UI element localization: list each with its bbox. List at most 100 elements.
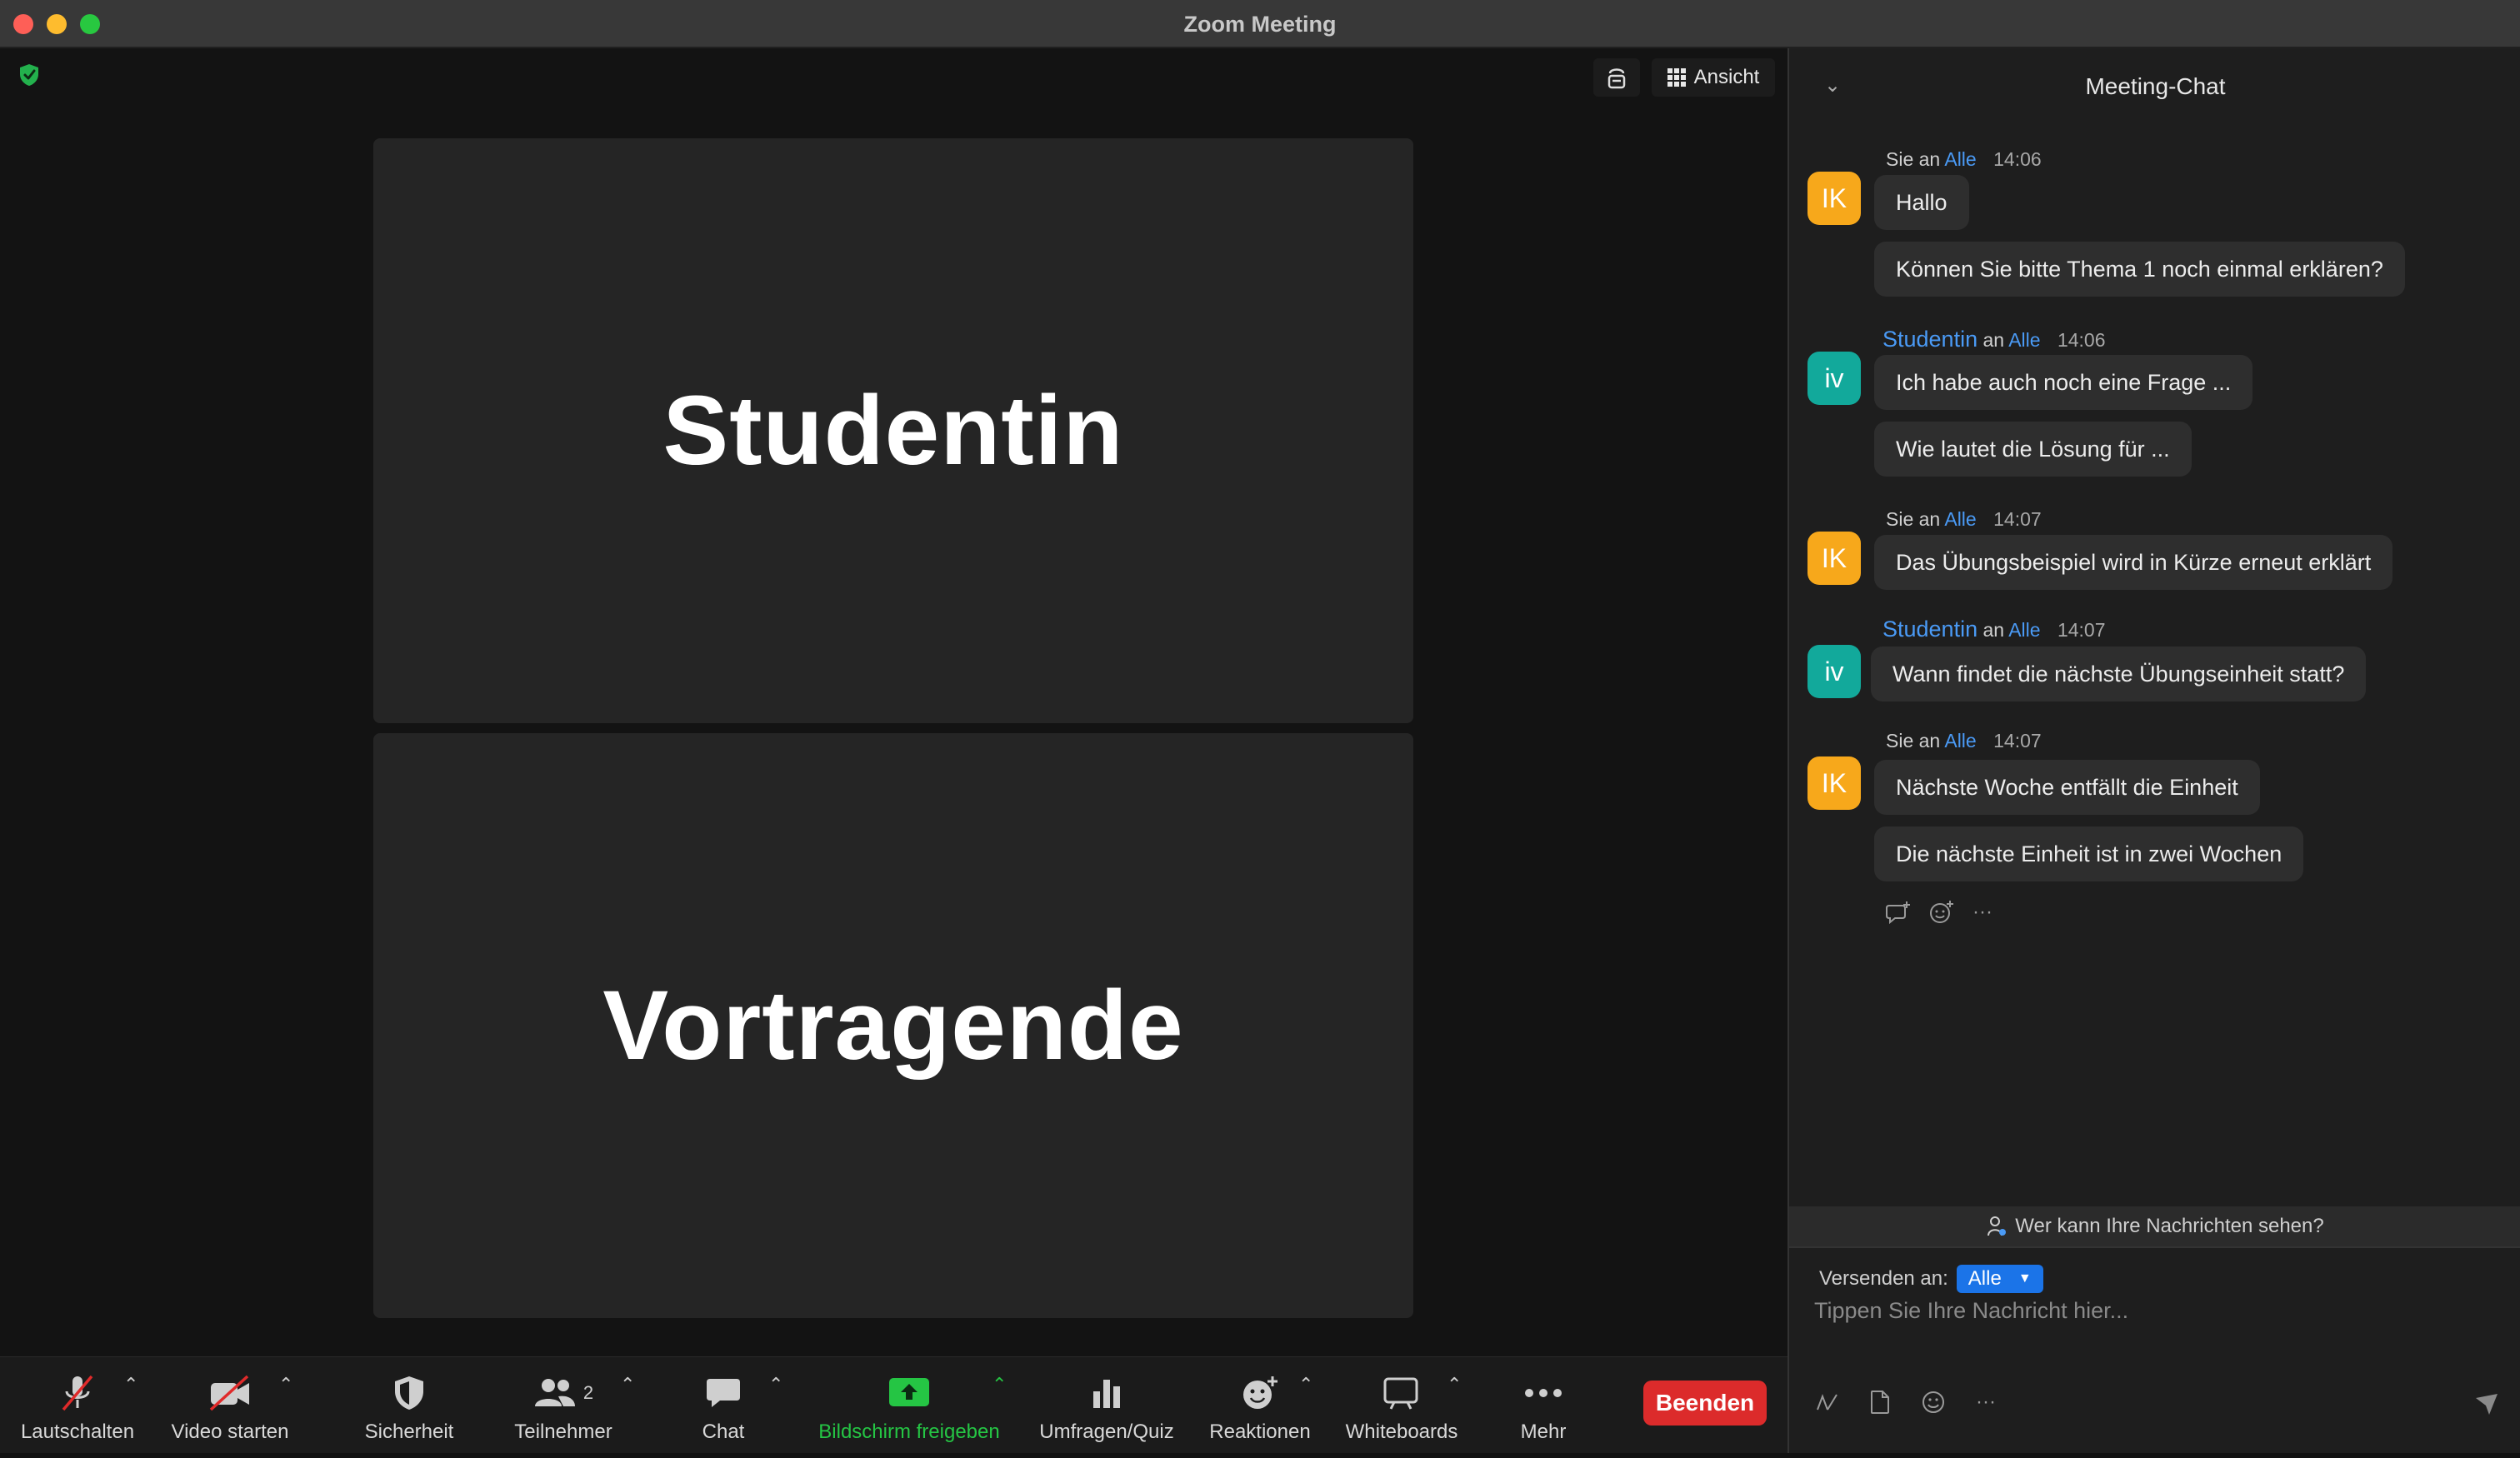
file-icon[interactable] <box>1869 1390 1891 1415</box>
polls-label: Umfragen/Quiz <box>1039 1421 1174 1443</box>
chat-message[interactable]: Wie lautet die Lösung für ... <box>1874 422 2192 477</box>
view-button-label: Ansicht <box>1693 66 1760 88</box>
encryption-shield-icon[interactable] <box>18 63 40 87</box>
bar-chart-icon <box>1093 1380 1120 1408</box>
chat-message[interactable]: Wann findet die nächste Übungseinheit st… <box>1871 647 2367 702</box>
share-options-caret[interactable]: ⌃ <box>992 1374 1007 1396</box>
mute-label: Lautschalten <box>20 1421 135 1443</box>
more-button[interactable]: Mehr <box>1500 1357 1587 1454</box>
end-meeting-button[interactable]: Beenden <box>1643 1381 1767 1426</box>
more-options-icon[interactable]: ··· <box>1976 1391 1996 1414</box>
person-icon <box>1988 1216 2007 1236</box>
share-screen-icon <box>889 1378 929 1406</box>
message-meta: Sie an Alle 14:06 <box>1886 148 2042 171</box>
whiteboards-options-caret[interactable]: ⌃ <box>1447 1374 1462 1396</box>
chat-message[interactable]: Das Übungsbeispiel wird in Kürze erneut … <box>1874 535 2393 590</box>
participants-button[interactable]: 2 Teilnehmer <box>505 1357 622 1454</box>
more-label: Mehr <box>1520 1421 1567 1443</box>
participant-name: Studentin <box>662 376 1124 486</box>
reactions-button[interactable]: Reaktionen <box>1203 1357 1317 1454</box>
chat-options-caret[interactable]: ⌃ <box>768 1374 783 1396</box>
chat-button[interactable]: Chat <box>683 1357 763 1454</box>
avatar: IK <box>1808 172 1861 225</box>
connector-text: an <box>1918 508 1941 530</box>
view-button[interactable]: Ansicht <box>1652 58 1775 97</box>
emoji-icon[interactable] <box>1921 1390 1946 1415</box>
avatar: iv <box>1808 352 1861 405</box>
chat-title: Meeting-Chat <box>2085 73 2226 99</box>
message-time: 14:07 <box>1993 508 2042 530</box>
whiteboard-icon <box>1383 1377 1418 1410</box>
chat-message[interactable]: Hallo <box>1874 175 1969 230</box>
reply-thread-icon[interactable] <box>1886 901 1911 924</box>
connector-text: an <box>1982 619 2005 641</box>
participant-tile[interactable]: Vortragende <box>373 733 1413 1318</box>
participants-count: 2 <box>582 1382 594 1403</box>
audio-options-caret[interactable]: ⌃ <box>123 1374 138 1396</box>
message-time: 14:07 <box>1993 730 2042 751</box>
whiteboards-button[interactable]: Whiteboards <box>1337 1357 1467 1454</box>
grid-icon <box>1667 68 1686 87</box>
recipient-link[interactable]: Alle <box>2008 619 2040 641</box>
sender-name: Sie <box>1886 148 1914 170</box>
format-text-icon[interactable] <box>1814 1390 1839 1415</box>
add-reaction-icon[interactable] <box>1929 900 1954 925</box>
sender-name: Sie <box>1886 730 1914 751</box>
participants-label: Teilnehmer <box>514 1421 612 1443</box>
divider <box>1789 1246 2520 1248</box>
chat-message[interactable]: Nächste Woche entfällt die Einheit <box>1874 760 2260 815</box>
message-time: 14:06 <box>1993 148 2042 170</box>
more-actions-icon[interactable]: ··· <box>1972 901 1992 924</box>
security-button[interactable]: Sicherheit <box>350 1357 468 1454</box>
send-to-label: Versenden an: <box>1819 1267 1948 1290</box>
recipient-dropdown[interactable]: Alle ▼ <box>1956 1265 2043 1293</box>
recipient-value: Alle <box>1968 1267 2002 1290</box>
chat-message[interactable]: Ich habe auch noch eine Frage ... <box>1874 355 2253 410</box>
participants-icon <box>534 1379 575 1406</box>
share-screen-button[interactable]: Bildschirm freigeben <box>805 1357 1013 1454</box>
meeting-toolbar: Lautschalten ⌃ Video starten ⌃ Sicherhei… <box>0 1356 1788 1453</box>
recipient-link[interactable]: Alle <box>1944 508 1976 530</box>
security-label: Sicherheit <box>364 1421 454 1443</box>
sender-name[interactable]: Studentin <box>1882 327 1978 352</box>
send-to-row: Versenden an: Alle ▼ <box>1819 1265 2043 1293</box>
composer-toolbar: ··· <box>1814 1390 1996 1415</box>
recipient-link[interactable]: Alle <box>1944 730 1976 751</box>
camera-off-icon <box>209 1375 249 1411</box>
window-bottom-edge <box>0 1453 2520 1458</box>
chat-message[interactable]: Können Sie bitte Thema 1 noch einmal erk… <box>1874 242 2405 297</box>
participant-tile[interactable]: Studentin <box>373 138 1413 723</box>
connector-text: an <box>1982 329 2005 351</box>
connector-text: an <box>1918 148 1941 170</box>
sender-name[interactable]: Studentin <box>1882 617 1978 642</box>
immersive-view-button[interactable] <box>1593 58 1640 97</box>
shield-icon <box>395 1376 423 1410</box>
window-title: Zoom Meeting <box>1183 12 1337 37</box>
connector-text: an <box>1918 730 1941 751</box>
sender-name: Sie <box>1886 508 1914 530</box>
mute-button[interactable]: Lautschalten <box>8 1357 147 1454</box>
start-video-label: Video starten <box>171 1421 289 1443</box>
reactions-label: Reaktionen <box>1209 1421 1311 1443</box>
caret-down-icon: ▼ <box>2018 1271 2032 1286</box>
start-video-button[interactable]: Video starten <box>158 1357 302 1454</box>
recipient-link[interactable]: Alle <box>2008 329 2040 351</box>
visibility-text: Wer kann Ihre Nachrichten sehen? <box>2015 1215 2324 1237</box>
chat-bubble-icon <box>707 1379 740 1407</box>
microphone-muted-icon <box>62 1375 93 1411</box>
participants-options-caret[interactable]: ⌃ <box>620 1374 635 1396</box>
recipient-link[interactable]: Alle <box>1944 148 1976 170</box>
message-visibility-info[interactable]: Wer kann Ihre Nachrichten sehen? <box>1789 1206 2520 1246</box>
send-icon[interactable] <box>2474 1391 2499 1416</box>
reactions-options-caret[interactable]: ⌃ <box>1298 1374 1313 1396</box>
message-time: 14:06 <box>2057 329 2106 351</box>
message-time: 14:07 <box>2057 619 2106 641</box>
message-meta: Sie an Alle 14:07 <box>1886 730 2042 752</box>
chat-message[interactable]: Die nächste Einheit ist in zwei Wochen <box>1874 826 2304 881</box>
meeting-chat-panel: ⌄ Meeting-Chat IK Sie an Alle 14:06 Hall… <box>1788 48 2520 1453</box>
whiteboards-label: Whiteboards <box>1345 1421 1458 1443</box>
message-input[interactable] <box>1814 1298 2498 1365</box>
polls-button[interactable]: Umfragen/Quiz <box>1033 1357 1180 1454</box>
video-options-caret[interactable]: ⌃ <box>278 1374 293 1396</box>
message-meta: Sie an Alle 14:07 <box>1886 508 2042 531</box>
